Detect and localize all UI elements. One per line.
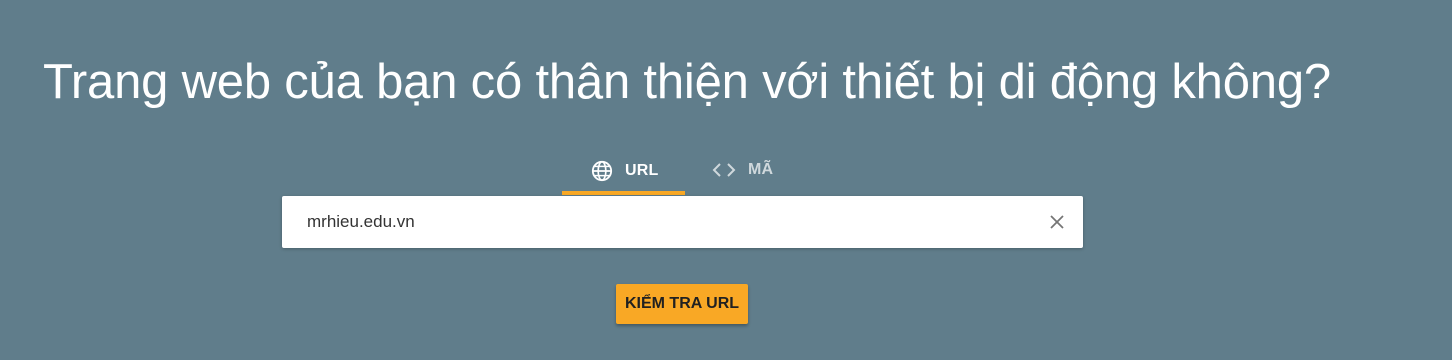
globe-icon [591,160,613,182]
close-icon[interactable] [1047,212,1067,232]
tab-code-label: MÃ [748,160,774,178]
url-input-box [282,196,1083,248]
tab-code[interactable]: MÃ [685,150,773,192]
page-title: Trang web của bạn có thân thiện với thiế… [43,55,1331,109]
test-url-button[interactable]: KIỂM TRA URL [616,284,748,324]
tab-url[interactable]: URL [562,150,685,195]
url-input[interactable] [307,196,1047,248]
tab-url-label: URL [625,161,659,179]
code-icon [712,162,736,178]
input-mode-tabs: URL MÃ [562,150,773,195]
